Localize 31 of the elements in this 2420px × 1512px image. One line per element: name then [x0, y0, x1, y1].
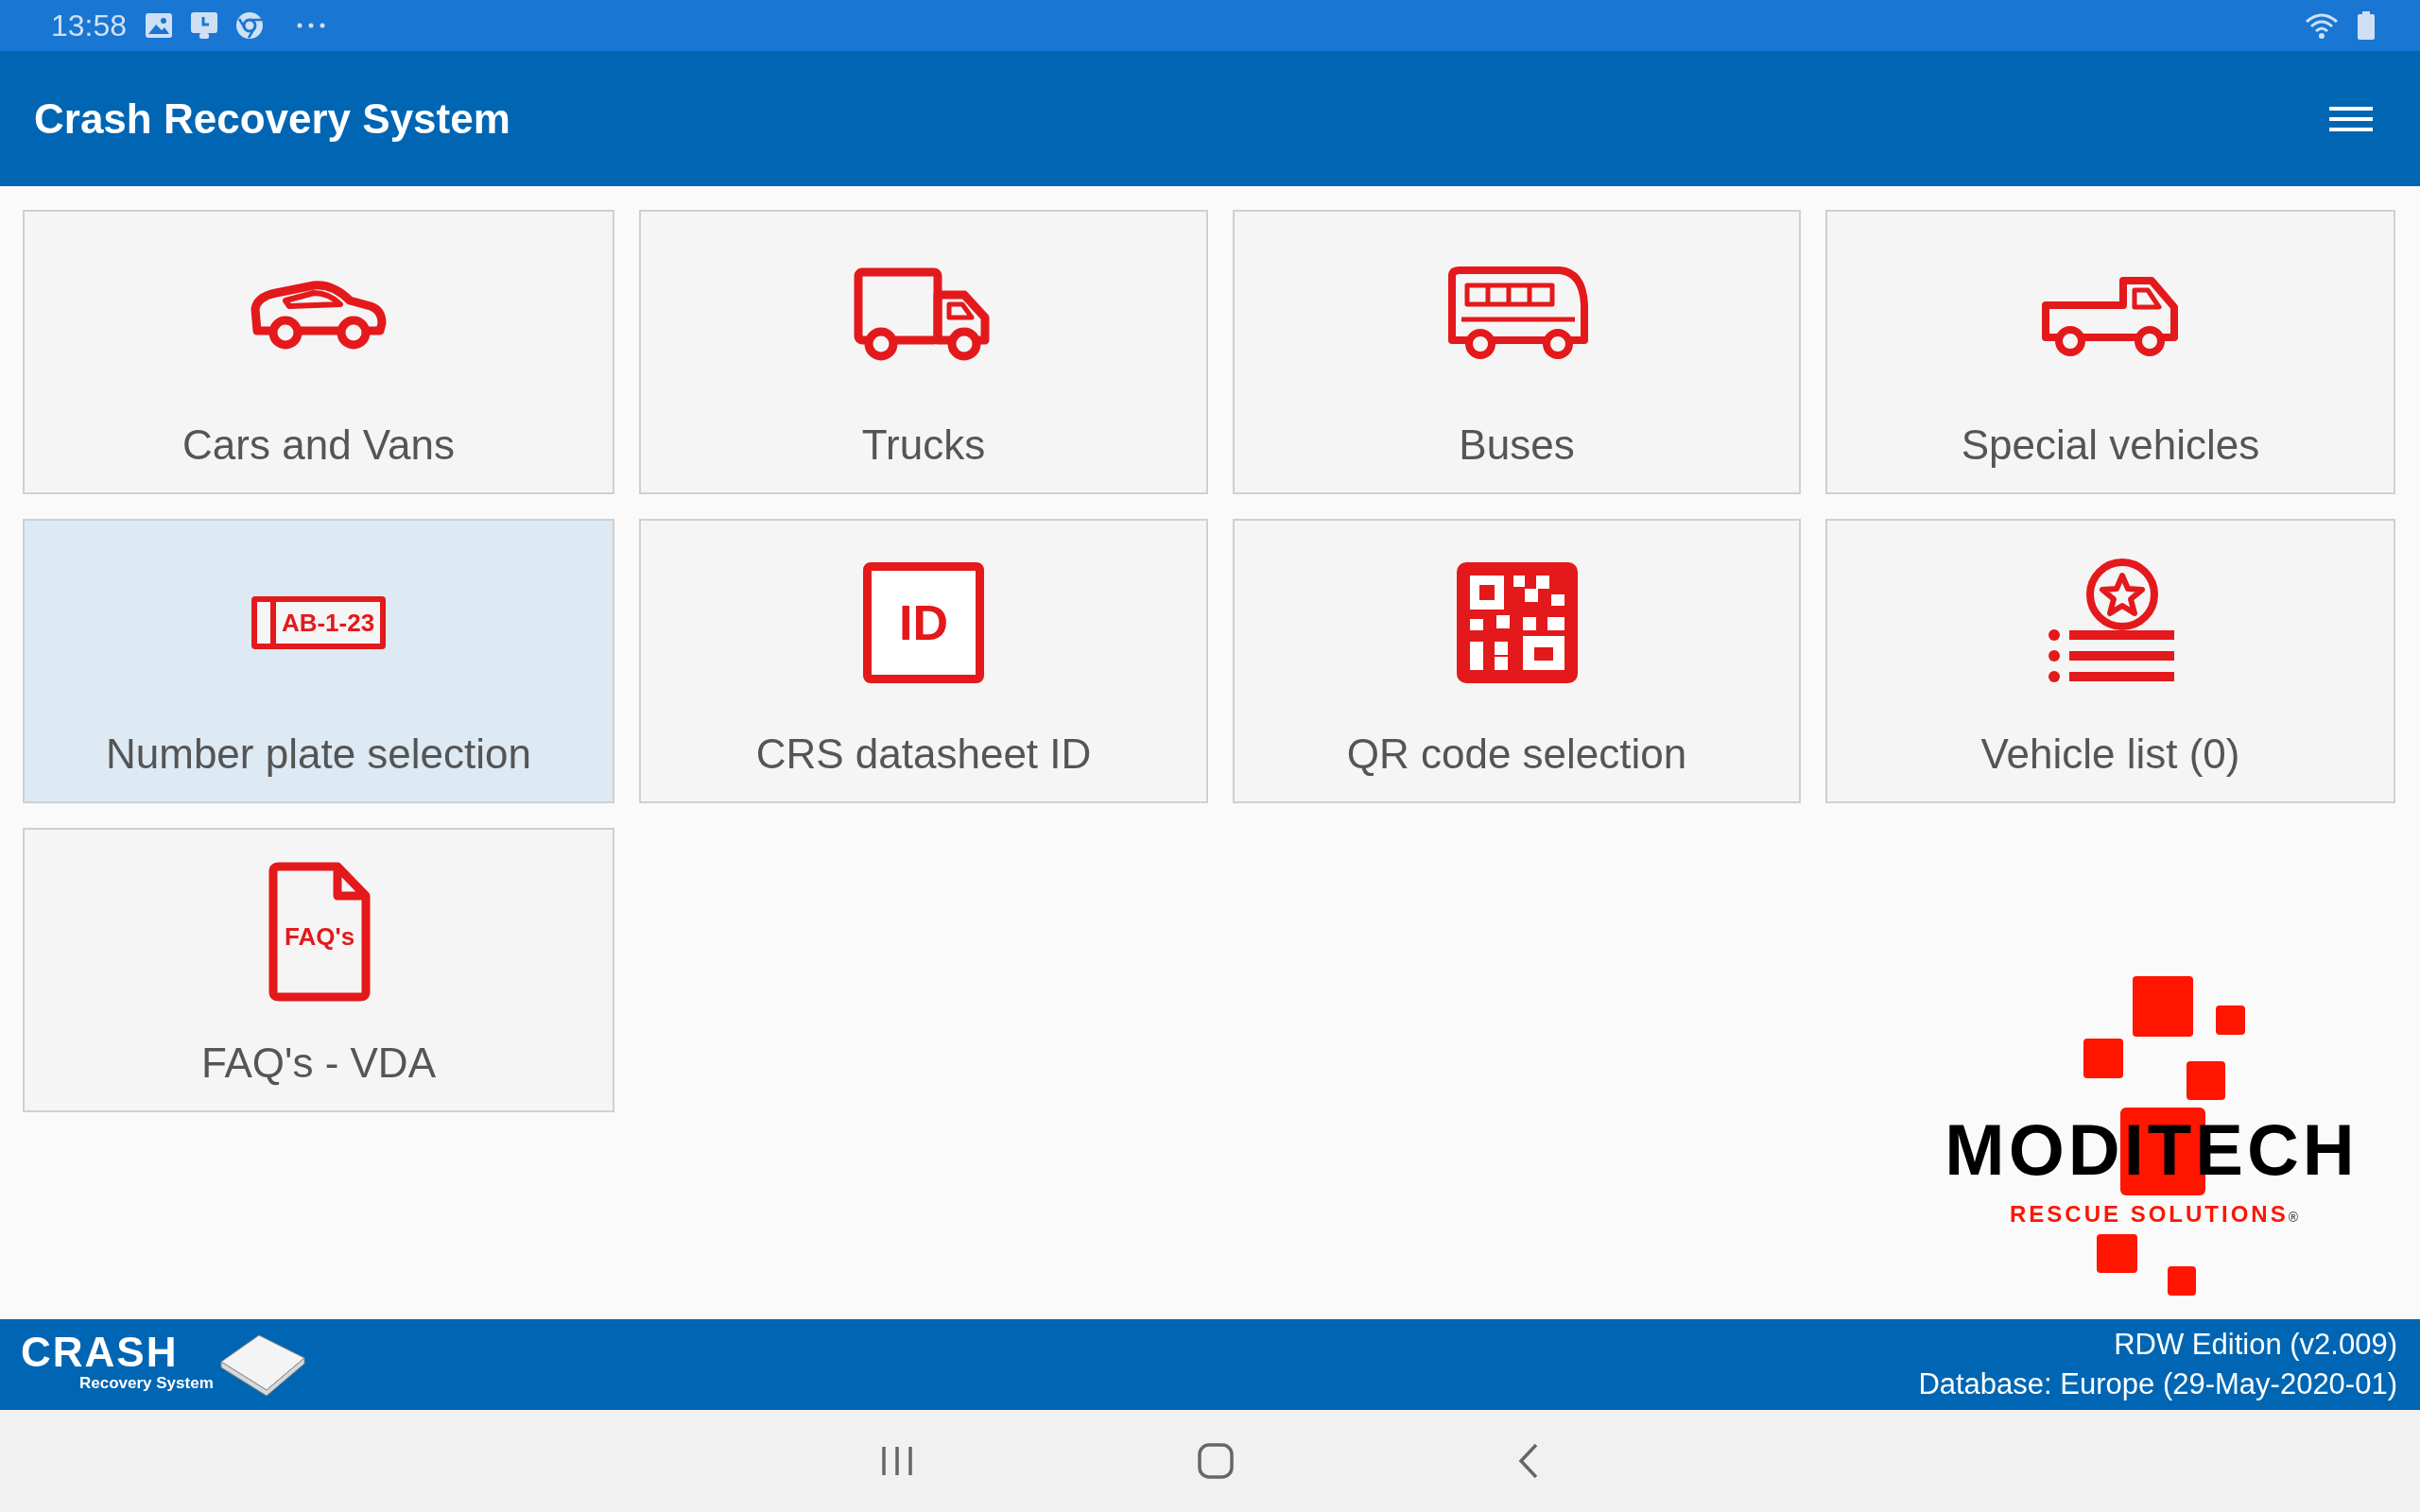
menu-icon[interactable]	[2329, 105, 2373, 132]
database-text: Database: Europe (29-May-2020-01)	[1918, 1366, 2397, 1402]
menu-tile[interactable]: Trucks	[639, 210, 1208, 494]
more-icon	[297, 23, 326, 28]
menu-tile[interactable]: Cars and Vans	[23, 210, 614, 494]
menu-tile[interactable]: Vehicle list (0)	[1825, 519, 2395, 803]
footer-logo-subtitle: Recovery System	[78, 1373, 214, 1395]
status-time: 13:58	[51, 8, 128, 44]
id-card-icon: ID	[863, 562, 984, 683]
recent-apps-icon[interactable]	[880, 1445, 914, 1477]
menu-tile[interactable]: ID CRS datasheet ID	[639, 519, 1208, 803]
app-title: Crash Recovery System	[34, 94, 510, 144]
edition-text: RDW Edition (v2.009)	[2114, 1327, 2397, 1363]
footer-logo-title: CRASH	[21, 1333, 180, 1372]
document-text: FAQ's	[285, 921, 355, 953]
battery-icon	[2358, 11, 2375, 40]
bus-icon	[1445, 266, 1588, 361]
image-icon	[146, 13, 173, 38]
menu-tile[interactable]: Special vehicles	[1825, 210, 2395, 494]
menu-tile[interactable]: FAQ's FAQ's - VDA	[23, 828, 614, 1112]
wifi-icon	[2305, 12, 2339, 39]
screenshot-icon	[191, 12, 218, 39]
menu-tile[interactable]: Buses	[1233, 210, 1801, 494]
qr-code-icon	[1456, 562, 1578, 683]
menu-tile[interactable]: AB-1-23 Number plate selection	[23, 519, 614, 803]
number-plate-icon: AB-1-23	[251, 596, 387, 649]
menu-tile[interactable]: QR code selection	[1233, 519, 1801, 803]
home-icon[interactable]	[1198, 1443, 1234, 1479]
back-icon[interactable]	[1517, 1443, 1540, 1479]
browser-icon	[236, 12, 264, 39]
logo-tagline: RESCUE SOLUTIONS®	[2010, 1200, 2302, 1228]
